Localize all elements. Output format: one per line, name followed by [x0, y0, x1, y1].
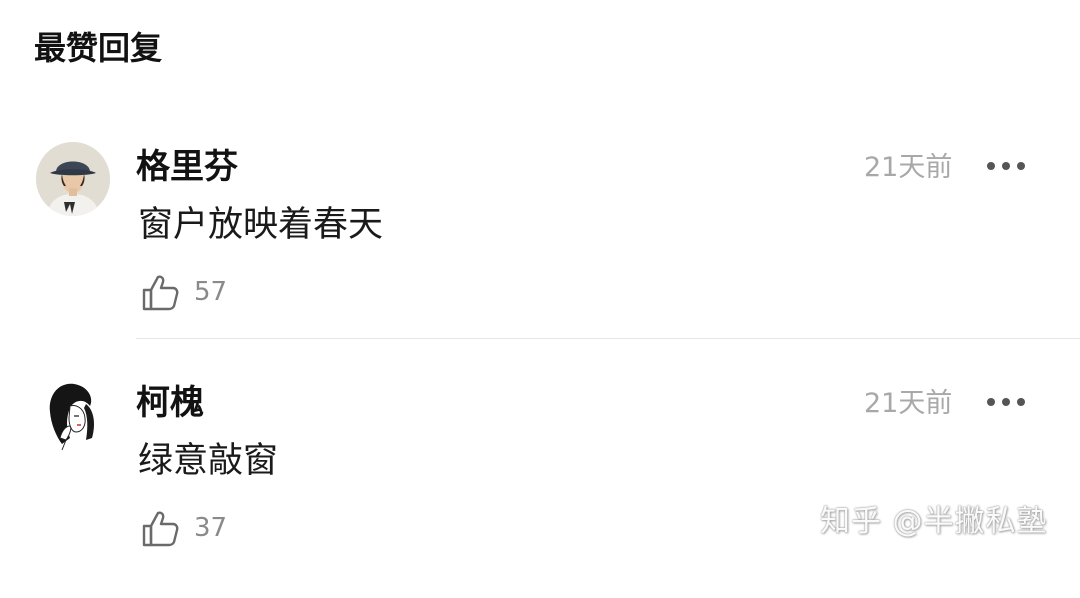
comment-content: 窗户放映着春天	[138, 205, 384, 245]
comment-content: 绿意敲窗	[138, 441, 279, 481]
like-button[interactable]: 37	[140, 506, 227, 550]
avatar[interactable]	[36, 378, 110, 452]
comment-item: 柯槐 21天前 绿意敲窗 37	[0, 378, 1080, 598]
more-horizontal-icon	[987, 162, 1025, 170]
watermark: 知乎 @半撇私塾	[820, 504, 1048, 539]
more-button[interactable]	[982, 154, 1030, 178]
comment-item: 格里芬 21天前 窗户放映着春天 57	[0, 142, 1080, 362]
thumbs-up-icon	[142, 511, 179, 547]
more-button[interactable]	[982, 390, 1030, 414]
comment-time: 21天前	[864, 152, 953, 183]
like-count: 57	[194, 277, 228, 307]
avatar[interactable]	[36, 142, 110, 216]
like-button[interactable]: 57	[140, 270, 227, 314]
more-horizontal-icon	[987, 398, 1025, 406]
avatar-bucket-hat-person-icon	[36, 142, 110, 216]
like-count: 37	[194, 513, 228, 543]
avatar-sketch-girl-icon	[36, 378, 110, 452]
section-title: 最赞回复	[34, 29, 163, 67]
comment-time: 21天前	[864, 388, 953, 419]
divider	[136, 338, 1080, 339]
comment-author[interactable]: 格里芬	[136, 144, 238, 190]
comment-author[interactable]: 柯槐	[136, 380, 204, 426]
thumbs-up-icon	[142, 275, 179, 311]
